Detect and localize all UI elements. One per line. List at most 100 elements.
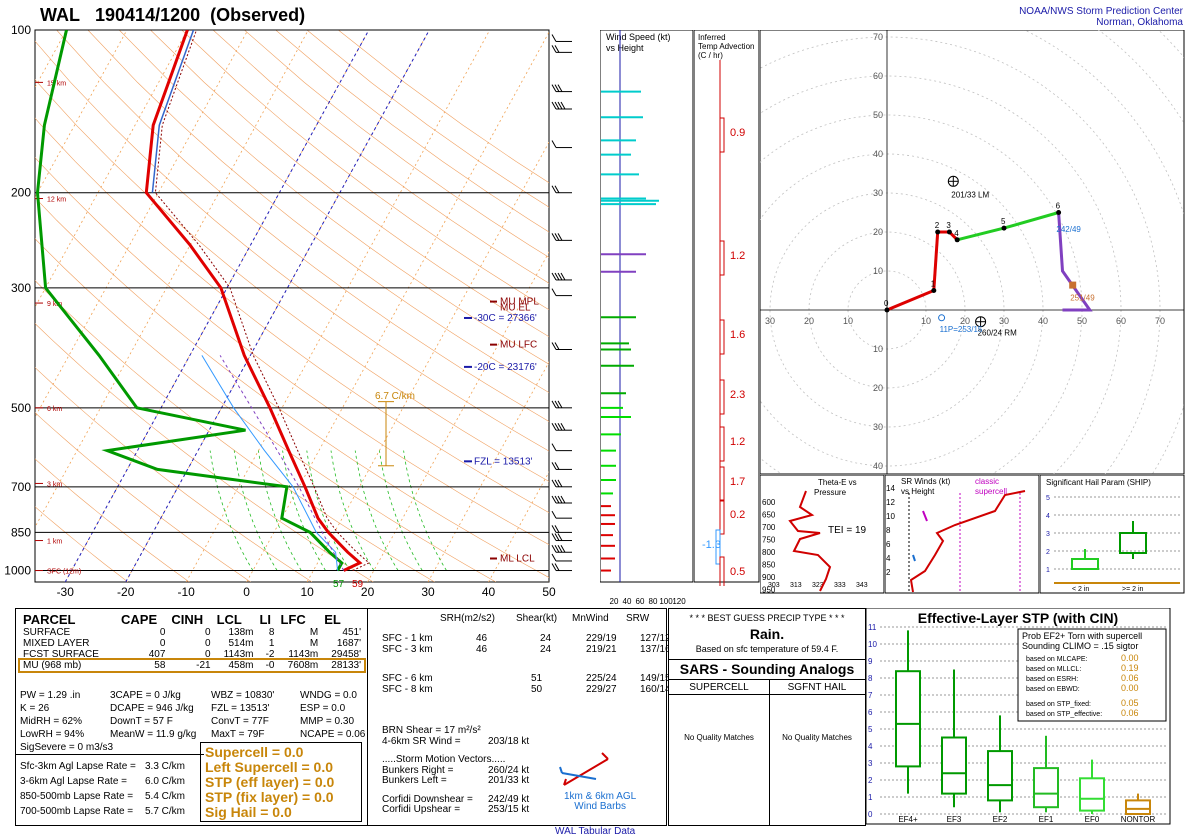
parcel-cell: MIXED LAYER: [23, 638, 90, 649]
stp-ytick: 2: [868, 776, 873, 785]
temp-adv-value: 2.3: [730, 389, 745, 401]
sr-supercell-label: supercell: [975, 487, 1007, 496]
kinematics-row: SFC - 1 km 46 24 229/19 127/12: [382, 633, 671, 644]
parcel-table: PARCEL CAPE CINH LCL LI LFC EL SURFACE 0 0 138m 8 M…: [18, 612, 366, 673]
sr-winds-ytick: 14: [886, 484, 895, 493]
index-value: SigSevere = 0 m3/s3: [20, 742, 114, 753]
hodo-point: [1056, 210, 1062, 215]
parcel-row[interactable]: MU (968 mb) 58 -21 458m -0 7608m 28133': [18, 658, 366, 673]
sars-supercell: SUPERCELL: [689, 682, 749, 693]
stp-category: EF1: [1039, 815, 1054, 824]
sars-hail-matches: No Quality Matches: [782, 733, 852, 742]
stp-ytick: 11: [868, 623, 877, 632]
hodo-xtick: 20: [804, 316, 814, 326]
theta-e-ytick: 700: [762, 523, 776, 532]
corfidi-up-value: 253/15 kt: [488, 804, 530, 815]
hodo-xtick: 30: [765, 316, 775, 326]
stp-box: [1033, 767, 1059, 809]
temp-adv-value: 0.2: [730, 509, 745, 521]
composite-value: Left Supercell = 0.0: [205, 759, 333, 775]
lapse-rate-box: Sfc-3km Agl Lapse Rate = 3.3 C/km 3-6km Ag…: [16, 754, 204, 823]
parcel-cell: 29458': [331, 649, 361, 660]
hodo-ytick: 30: [873, 188, 883, 198]
wind-barbs-caption: 1km & 6km AGL Wind Barbs: [564, 791, 637, 812]
temp-tick: 30: [421, 585, 435, 599]
stp-title: Effective-Layer STP (with CIN): [918, 610, 1118, 626]
ship-ytick: 3: [1046, 531, 1050, 538]
stp-category: EF0: [1085, 815, 1100, 824]
kinematics-header: SRW: [626, 613, 650, 624]
parcel-cell: 0: [205, 638, 211, 649]
stp-prob-value: 0.05: [1121, 698, 1139, 708]
wind-barb-flag: [551, 140, 557, 148]
hodo-ytick: 10: [873, 266, 883, 276]
sr-classic-label: classic: [975, 477, 999, 486]
sr-winds-title1: SR Winds (kt): [901, 477, 951, 486]
parcel-cell: 458m: [228, 660, 254, 671]
ship-ytick: 1: [1046, 567, 1050, 574]
storm-motion-header: .....Storm Motion Vectors.....: [382, 754, 506, 765]
wind-barbs-mini: [559, 752, 609, 786]
sr-winds-title2: vs Height: [901, 487, 935, 496]
ship-title: Significant Hail Param (SHIP): [1046, 478, 1151, 487]
hodo-upshear-label: 242/49: [1056, 225, 1081, 234]
hodo-point: [1001, 225, 1007, 231]
temp-tick: 0: [243, 585, 250, 599]
footer-tab[interactable]: WAL Tabular Data: [555, 826, 635, 837]
wind-speed-tick: 20: [610, 597, 619, 606]
parcel-row[interactable]: SURFACE 0 0 138m 8 M 451': [20, 627, 364, 638]
indices-col2: 3CAPE = 0 J/kg DCAPE = 946 J/kg DownT = 57…: [110, 689, 196, 741]
parcel-header: EL: [324, 612, 341, 627]
precip-title: * * * BEST GUESS PRECIP TYPE * * *: [689, 613, 845, 623]
pressure-tick: 500: [11, 401, 31, 415]
parcel-row[interactable]: MIXED LAYER 0 0 514m 1 M 1687': [20, 638, 364, 649]
pressure-tick: 700: [11, 480, 31, 494]
sars-sup-matches: No Quality Matches: [684, 733, 754, 742]
hodo-ytick: 50: [873, 110, 883, 120]
hodo-xtick: 10: [843, 316, 853, 326]
parcel-cell: 1: [268, 638, 275, 649]
stp-prob-label: based on EBWD:: [1026, 686, 1080, 693]
stp-prob-label: based on STP_fixed:: [1026, 701, 1091, 708]
corfidi-up-label: Corfidi Upshear =: [382, 804, 461, 815]
stp-ytick: 5: [868, 725, 873, 734]
stp-category: EF3: [947, 815, 962, 824]
parcel-cell: 451': [342, 627, 361, 638]
parcel-header: PARCEL: [23, 612, 76, 627]
composite-box: Supercell = 0.0 Left Supercell = 0.0 STP (…: [200, 742, 362, 822]
index-value: MidRH = 62%: [20, 716, 82, 727]
ship-panel: Significant Hail Param (SHIP) 5 4 3 2 1 < 2 i…: [1040, 475, 1185, 594]
temp-tick: 40: [482, 585, 496, 599]
wind-barb-flag: [551, 510, 557, 519]
composite-value: Supercell = 0.0: [205, 744, 304, 760]
stp-prob-label: based on MLLCL:: [1026, 666, 1081, 673]
stp-ytick: 7: [868, 691, 873, 700]
height-label: 15 km: [47, 80, 66, 87]
kinematics-header: SRH(m2/s2): [440, 613, 496, 624]
temp-adv-value: 1.7: [730, 476, 745, 488]
parcel-row[interactable]: FCST SURFACE 407 0 1143m -2 1143m 29458': [20, 649, 364, 660]
index-value: FZL = 13513': [211, 703, 270, 714]
isotherm: [0, 30, 6, 582]
stp-prob-label: based on MLCAPE:: [1026, 656, 1088, 663]
stp-prob-value: 0.19: [1121, 663, 1139, 673]
ship-ytick: 2: [1046, 549, 1050, 556]
hodograph-panel: 4030201010203040506070809010102020303040…: [760, 30, 1185, 475]
theta-e-ytick: 850: [762, 561, 776, 570]
sr-46-label: 4-6km SR Wind =: [382, 736, 461, 747]
pressure-tick: 850: [11, 525, 31, 539]
precip-sars-panel: * * * BEST GUESS PRECIP TYPE * * * Rain.…: [668, 608, 866, 826]
hodo-ytick: 30: [873, 422, 883, 432]
theta-e-ytick: 900: [762, 573, 776, 582]
kinematics-header: Shear(kt): [516, 613, 558, 624]
height-label: 12 km: [47, 197, 66, 204]
sfc-temp-label: 59: [352, 579, 364, 590]
hodo-point-label: 3: [946, 221, 951, 230]
hodo-xtick: 30: [999, 316, 1009, 326]
parcel-cell: 7608m: [287, 660, 319, 671]
index-value: ConvT = 77F: [211, 716, 269, 727]
parcel-cell: M: [309, 627, 319, 638]
theta-e-ytick: 650: [762, 511, 776, 520]
hodo-downshear-marker: [1069, 281, 1077, 289]
sars-hail: SGFNT HAIL: [787, 682, 847, 693]
